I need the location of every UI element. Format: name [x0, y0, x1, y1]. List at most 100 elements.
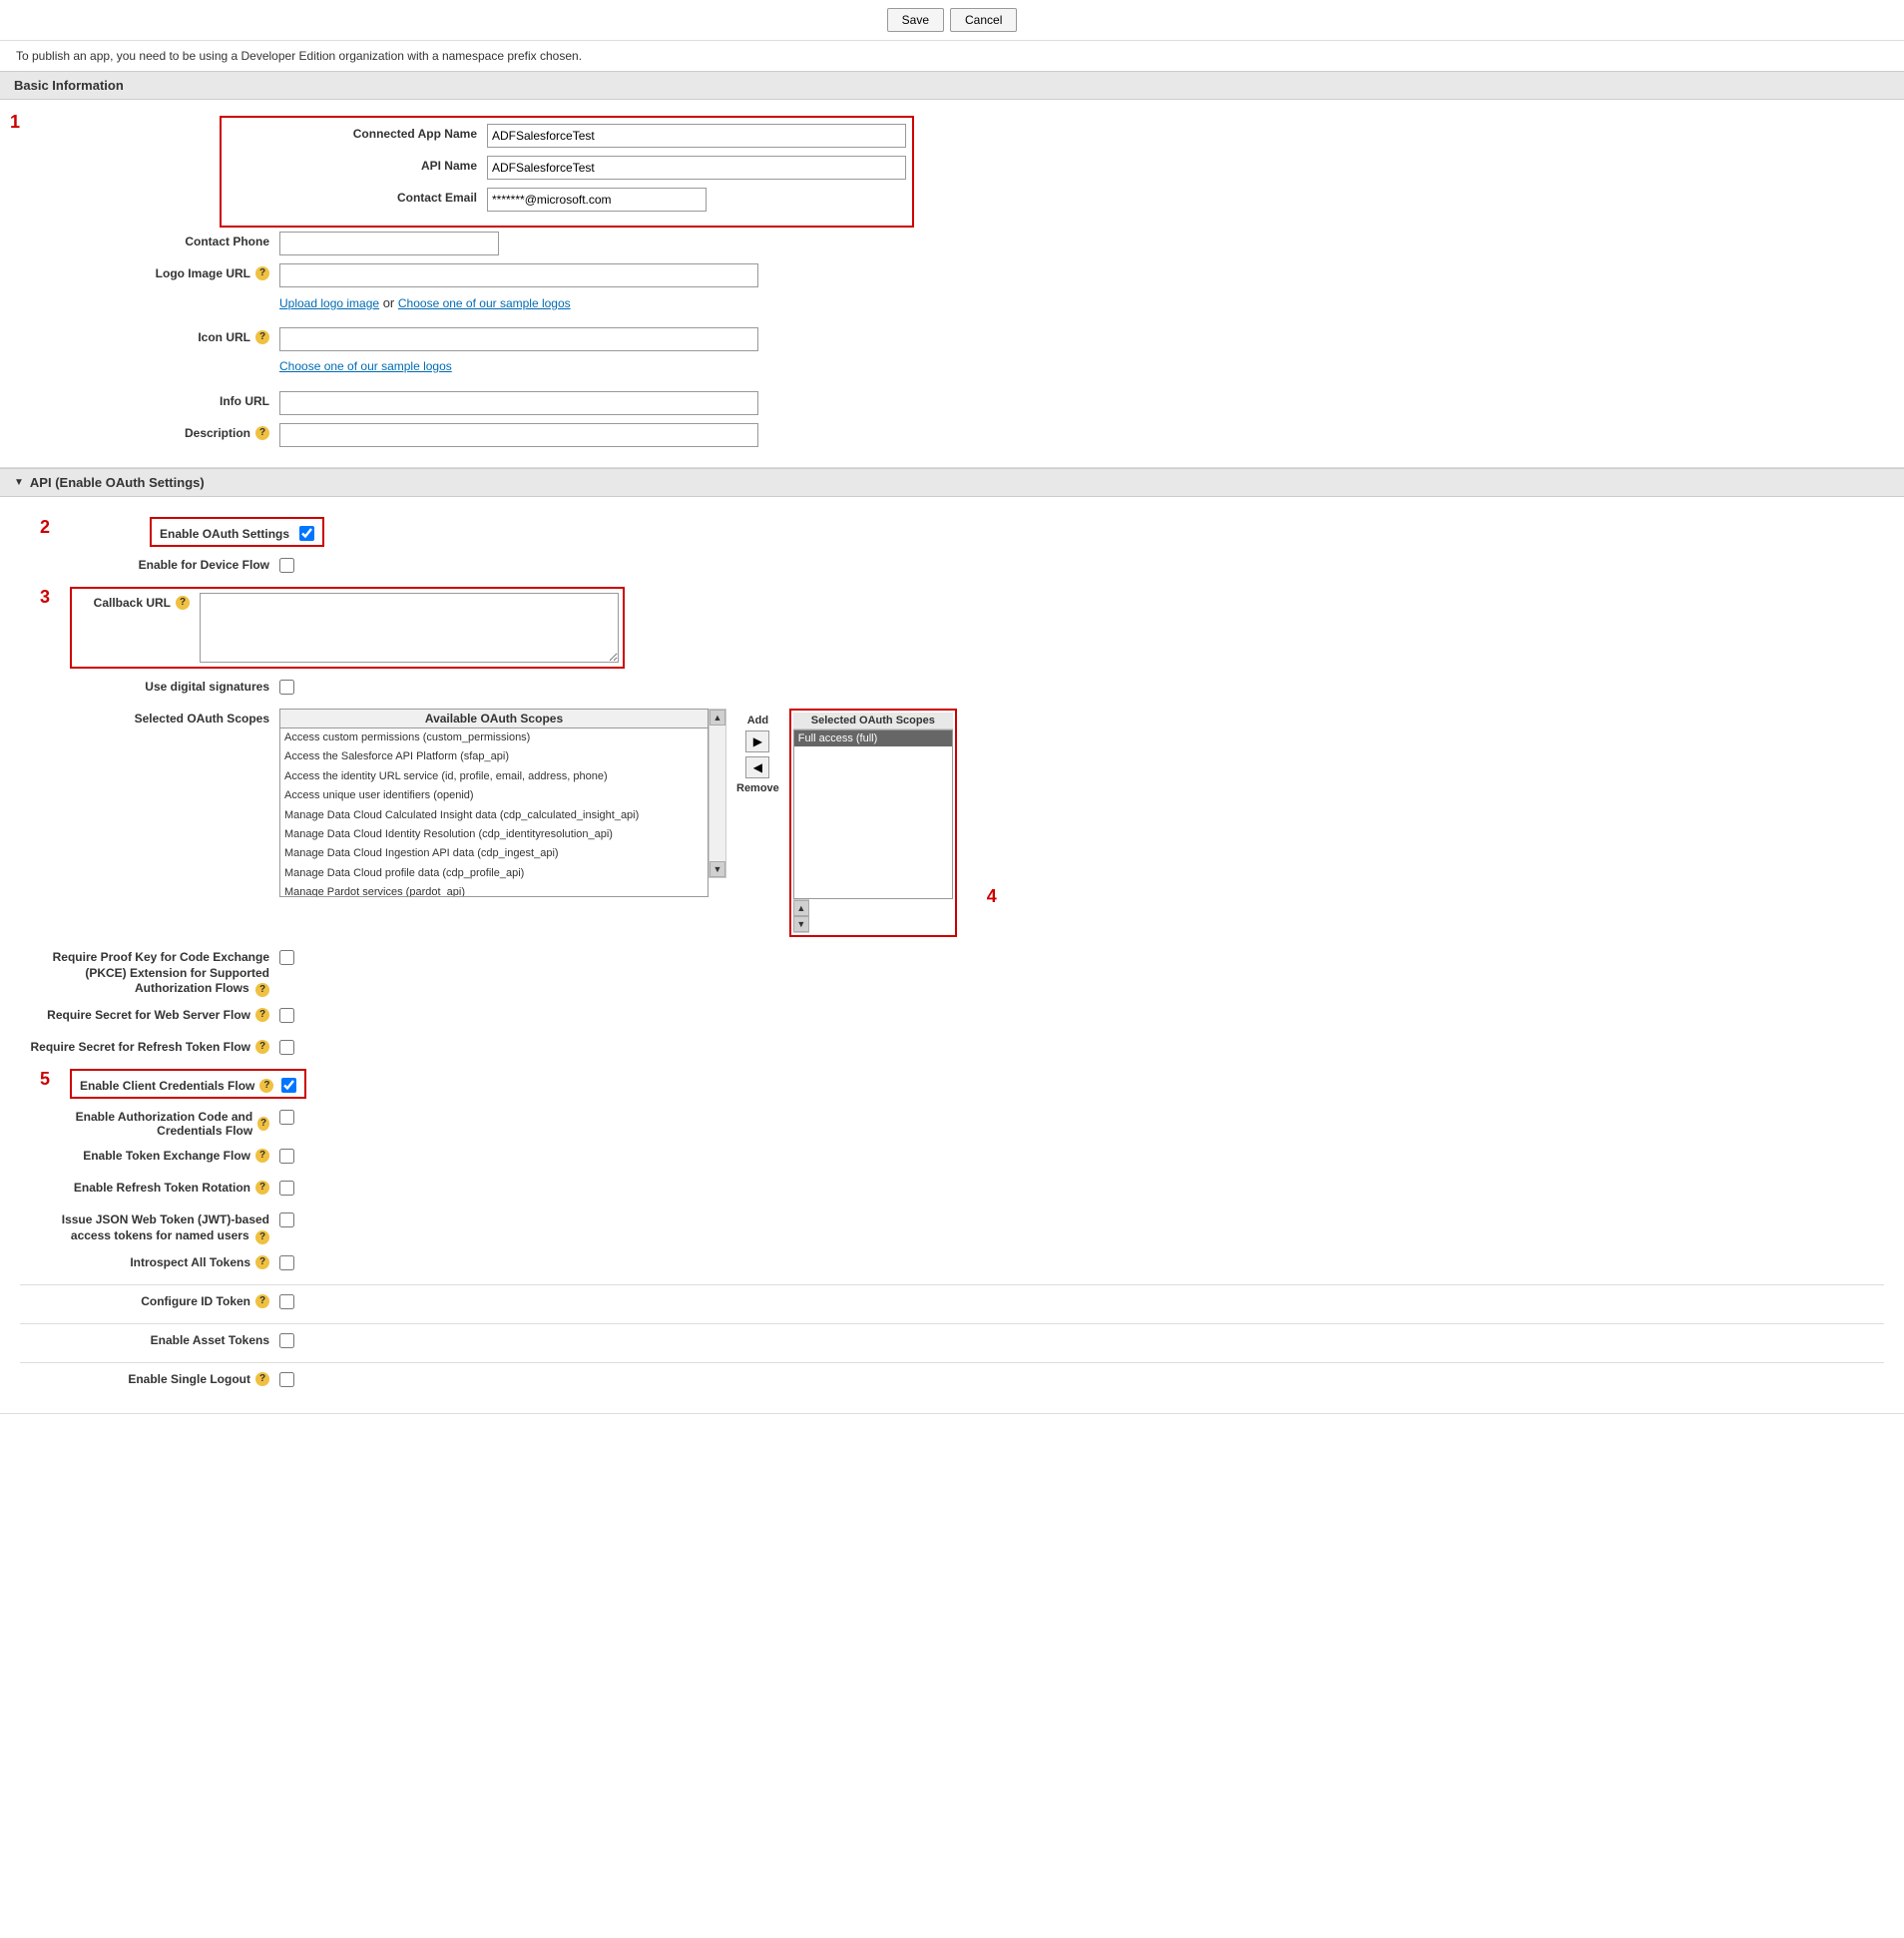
require-secret-web-checkbox[interactable] [279, 1008, 294, 1023]
logo-image-url-input[interactable] [279, 263, 758, 287]
selected-scroll-up[interactable]: ▲ [793, 900, 809, 916]
introspect-all-checkbox[interactable] [279, 1255, 294, 1270]
enable-token-exchange-checkbox[interactable] [279, 1149, 294, 1164]
available-scopes-list: Access custom permissions (custom_permis… [279, 727, 709, 897]
contact-email-input[interactable] [487, 188, 707, 212]
enable-refresh-rotation-row: Enable Refresh Token Rotation ? [20, 1178, 1884, 1202]
enable-oauth-label: Enable OAuth Settings [160, 524, 293, 541]
enable-auth-code-checkbox[interactable] [279, 1110, 294, 1125]
annotation-5: 5 [40, 1069, 50, 1090]
enable-token-exchange-label: Enable Token Exchange Flow ? [20, 1146, 279, 1163]
enable-auth-code-row: Enable Authorization Code and Credential… [20, 1107, 1884, 1138]
scope-item[interactable]: Manage Data Cloud Calculated Insight dat… [280, 806, 708, 825]
introspect-all-label: Introspect All Tokens ? [20, 1252, 279, 1269]
contact-email-row: Contact Email [228, 188, 906, 212]
contact-phone-input[interactable] [279, 232, 499, 255]
collapse-triangle[interactable]: ▼ [14, 477, 24, 488]
scope-item[interactable]: Manage Data Cloud Ingestion API data (cd… [280, 844, 708, 863]
api-section-header: ▼ API (Enable OAuth Settings) [0, 468, 1904, 497]
enable-single-logout-checkbox[interactable] [279, 1372, 294, 1387]
scope-item[interactable]: Access custom permissions (custom_permis… [280, 728, 708, 747]
scope-item[interactable]: Access unique user identifiers (openid) [280, 786, 708, 805]
callback-url-label: Callback URL ? [76, 593, 196, 610]
enable-client-credentials-checkbox[interactable] [281, 1078, 296, 1093]
description-input[interactable] [279, 423, 758, 447]
introspect-all-row: Introspect All Tokens ? [20, 1252, 1884, 1276]
enable-asset-tokens-row: Enable Asset Tokens [20, 1330, 1884, 1354]
enable-single-logout-row: Enable Single Logout ? [20, 1369, 1884, 1393]
issue-jwt-checkbox[interactable] [279, 1212, 294, 1227]
issue-jwt-label: Issue JSON Web Token (JWT)-based access … [20, 1210, 279, 1244]
enable-single-logout-info-icon: ? [255, 1372, 269, 1386]
pkce-info-icon: ? [255, 983, 269, 997]
basic-info-header: Basic Information [0, 71, 1904, 100]
issue-jwt-row: Issue JSON Web Token (JWT)-based access … [20, 1210, 1884, 1244]
callback-info-icon: ? [176, 596, 190, 610]
remove-scope-button[interactable]: ◀ [745, 756, 769, 778]
enable-client-credentials-row: 5 Enable Client Credentials Flow ? [60, 1069, 1884, 1099]
scope-item[interactable]: Manage Pardot services (pardot_api) [280, 883, 708, 897]
pkce-label: Require Proof Key for Code Exchange (PKC… [20, 947, 279, 997]
description-row: Description ? [20, 423, 1884, 447]
use-digital-signatures-row: Use digital signatures [20, 677, 1884, 701]
require-secret-web-info-icon: ? [255, 1008, 269, 1022]
icon-url-input[interactable] [279, 327, 758, 351]
introspect-all-info-icon: ? [255, 1255, 269, 1269]
selected-scope-item[interactable]: Full access (full) [794, 730, 952, 746]
enable-device-flow-label: Enable for Device Flow [20, 555, 279, 572]
add-label: Add [747, 715, 768, 727]
add-scope-button[interactable]: ▶ [745, 730, 769, 752]
basic-info-section: 1 Connected App Name API Name Contact Em… [0, 100, 1904, 468]
logo-image-url-row: Logo Image URL ? [20, 263, 1884, 287]
selected-scroll-down[interactable]: ▼ [793, 916, 809, 932]
info-url-row: Info URL [20, 391, 1884, 415]
enable-asset-tokens-checkbox[interactable] [279, 1333, 294, 1348]
sample-logos-link-1[interactable]: Choose one of our sample logos [398, 296, 571, 310]
api-name-input[interactable] [487, 156, 906, 180]
api-name-label: API Name [228, 156, 487, 173]
enable-oauth-checkbox[interactable] [299, 526, 314, 541]
basic-info-title: Basic Information [14, 78, 124, 93]
contact-phone-label: Contact Phone [20, 232, 279, 248]
oauth-scopes-row: Selected OAuth Scopes Available OAuth Sc… [20, 709, 1884, 937]
scope-item[interactable]: Manage Data Cloud profile data (cdp_prof… [280, 864, 708, 883]
callback-url-textarea[interactable] [200, 593, 619, 663]
pkce-row: Require Proof Key for Code Exchange (PKC… [20, 947, 1884, 997]
info-url-input[interactable] [279, 391, 758, 415]
selected-oauth-scopes-label: Selected OAuth Scopes [20, 709, 279, 726]
icon-url-label: Icon URL ? [20, 327, 279, 344]
sample-logos-link-2[interactable]: Choose one of our sample logos [279, 359, 452, 373]
save-button[interactable]: Save [887, 8, 944, 32]
connected-app-name-input[interactable] [487, 124, 906, 148]
description-info-icon: ? [255, 426, 269, 440]
connected-app-name-row: Connected App Name [228, 124, 906, 148]
enable-auth-code-label: Enable Authorization Code and Credential… [20, 1107, 279, 1138]
enable-device-flow-row: Enable for Device Flow [20, 555, 1884, 579]
logo-links-row: Upload logo image or Choose one of our s… [20, 295, 1884, 319]
scope-item[interactable]: Manage Data Cloud Identity Resolution (c… [280, 825, 708, 844]
annotation-1: 1 [10, 112, 20, 133]
configure-id-token-checkbox[interactable] [279, 1294, 294, 1309]
selected-scopes-scrollbar: ▲ ▼ [793, 899, 809, 933]
use-digital-signatures-checkbox[interactable] [279, 680, 294, 695]
annotation-4: 4 [987, 886, 997, 907]
scroll-down-arrow[interactable]: ▼ [710, 861, 725, 877]
icon-info-icon: ? [255, 330, 269, 344]
pkce-checkbox[interactable] [279, 950, 294, 965]
description-label: Description ? [20, 423, 279, 440]
require-secret-refresh-checkbox[interactable] [279, 1040, 294, 1055]
icon-url-row: Icon URL ? [20, 327, 1884, 351]
enable-device-flow-checkbox[interactable] [279, 558, 294, 573]
require-secret-refresh-info-icon: ? [255, 1040, 269, 1054]
require-secret-web-row: Require Secret for Web Server Flow ? [20, 1005, 1884, 1029]
selected-scopes-list: Full access (full) [793, 729, 953, 899]
contact-phone-row: Contact Phone [20, 232, 1884, 255]
scope-item[interactable]: Access the Salesforce API Platform (sfap… [280, 747, 708, 766]
scope-item[interactable]: Access the identity URL service (id, pro… [280, 767, 708, 786]
upload-logo-link[interactable]: Upload logo image [279, 296, 379, 310]
scroll-up-arrow[interactable]: ▲ [710, 710, 725, 726]
cancel-button[interactable]: Cancel [950, 8, 1017, 32]
enable-refresh-rotation-checkbox[interactable] [279, 1181, 294, 1196]
api-section-title: API (Enable OAuth Settings) [30, 475, 205, 490]
enable-client-credentials-label: Enable Client Credentials Flow ? [80, 1076, 277, 1093]
